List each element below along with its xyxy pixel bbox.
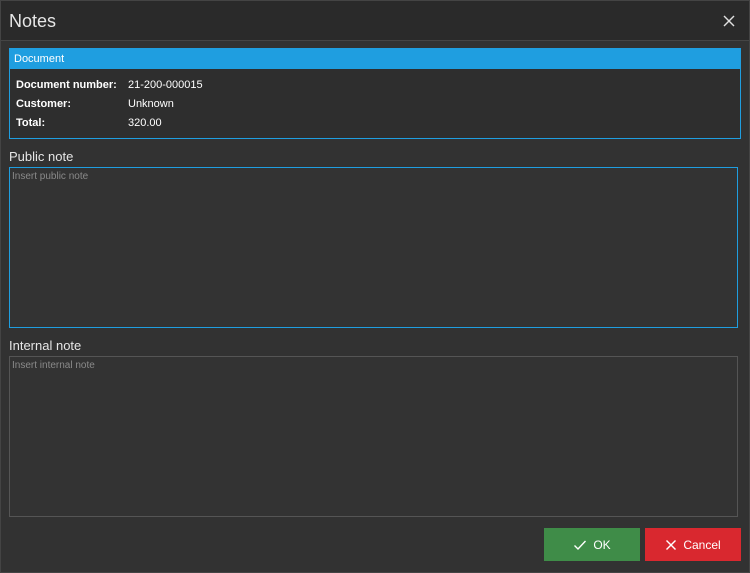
close-button[interactable] [717, 9, 741, 33]
notes-dialog: Notes Document Document number: 21-200-0… [0, 0, 750, 573]
close-icon [723, 15, 735, 27]
internal-note-label: Internal note [9, 338, 82, 353]
document-panel: Document Document number: 21-200-000015 … [9, 48, 741, 139]
cancel-button-label: Cancel [683, 537, 721, 552]
document-number-label: Document number: [16, 79, 117, 91]
checkmark-icon [574, 540, 587, 550]
public-note-label: Public note [9, 149, 74, 164]
title-bar: Notes [1, 1, 749, 41]
ok-button[interactable]: OK [544, 528, 640, 561]
customer-label: Customer: [16, 98, 72, 110]
dialog-title: Notes [9, 11, 57, 31]
total-value: 320.00 [128, 117, 162, 129]
cancel-x-icon [666, 539, 677, 550]
ok-button-label: OK [593, 537, 611, 552]
document-panel-header: Document [10, 49, 740, 69]
internal-note-input[interactable] [9, 356, 738, 517]
public-note-input[interactable] [9, 167, 738, 328]
customer-value: Unknown [128, 98, 174, 110]
total-label: Total: [16, 117, 46, 129]
cancel-button[interactable]: Cancel [645, 528, 741, 561]
document-number-value: 21-200-000015 [128, 79, 203, 91]
